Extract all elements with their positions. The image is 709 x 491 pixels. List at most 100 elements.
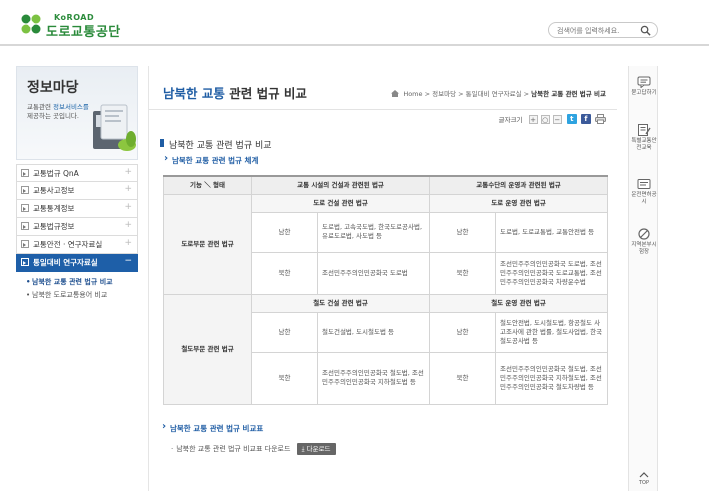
expand-plus-icon[interactable]: + [124,167,132,177]
collapse-minus-icon[interactable]: − [124,256,132,266]
sidebar-item-unification-research[interactable]: 통일대비 연구자료실 − [16,254,138,272]
table-subheader-cell: 도로 운영 관련 법규 [429,193,609,213]
table-cell: 조선민주주의인민공화국 도로법 [316,251,431,295]
license-card-icon [637,179,651,189]
table-cell-country: 북한 [429,351,497,405]
breadcrumb: Home > 정보마당 > 통일대비 연구자료실 > 남북한 교통 관련 법규 … [391,88,606,98]
download-section-title: 남북한 교통 관련 법규 비교표 [162,421,264,434]
quick-item-regional-office[interactable]: 지역본부시험장 [629,228,659,256]
table-header-cell: 기능 ＼ 형태 [163,175,252,195]
table-cell: 철도안전법, 도시철도법, 항공철도 사고조사에 관한 법률, 철도사업법, 한… [495,311,609,353]
scroll-top-button[interactable]: TOP [637,472,651,486]
page-toolbar: 글자크기 + ○ − t f [499,114,606,126]
row-category-rail: 철도부문 관련 법규 [163,293,252,405]
breadcrumb-separator: > [424,90,431,98]
sidebar-submenu: 남북한 교통 관련 법규 비교 남북한 도로교통용어 비교 [16,272,138,300]
download-text: 남북한 교통 관련 법규 비교표 다운로드 [176,445,291,453]
download-row: · 남북한 교통 관련 법규 비교표 다운로드 ⤓ 다운로드 [171,443,336,455]
download-section-title-text: 남북한 교통 관련 법규 비교표 [170,424,264,433]
table-subheader-cell: 철도 운영 관련 법규 [429,293,609,313]
speech-bubble-icon [637,76,651,88]
page-title-rest: 관련 법규 비교 [224,86,307,101]
breadcrumb-separator: > [523,90,530,98]
submenu-item-law-comparison[interactable]: 남북한 교통 관련 법규 비교 [26,278,138,287]
download-button[interactable]: ⤓ 다운로드 [296,443,336,455]
page-title-highlight: 남북한 교통 [163,86,225,101]
table-cell-country: 남한 [251,211,318,253]
search-icon[interactable] [640,25,651,36]
breadcrumb-current: 남북한 교통 관련 법규 비교 [531,90,606,98]
arrow-right-icon [21,258,29,266]
font-increase-button[interactable]: + [528,114,538,124]
font-decrease-button[interactable]: − [552,114,562,124]
facebook-share-icon[interactable]: f [580,114,591,124]
quick-item-label: 특별교통안전교육 [631,138,657,151]
sidebar-item-label: 교통법규 QnA [33,169,79,178]
sidebar-item-traffic-law-qna[interactable]: 교통법규 QnA + [16,164,138,182]
arrow-right-icon [21,169,29,177]
banner-illustration-icon [93,104,136,151]
table-row: 도로부문 관련 법규 도로 건설 관련 법규 도로 운영 관련 법규 [163,193,609,295]
site-logo[interactable]: KoROAD 도로교통공단 [20,10,130,40]
table-cell: 조선민주주의인민공화국 도로법, 조선민주주의인민공화국 도로교통법, 조선민주… [495,251,609,295]
quick-menu: 묻고답하기 특별교통안전교육 운전면허공시 지역본부시험장 TOP [628,66,658,491]
table-subheader-cell: 철도 건설 관련 법규 [250,293,431,313]
banner-desc-part1: 교통관련 [27,103,51,111]
sidebar-item-label: 통일대비 연구자료실 [33,258,98,267]
download-button-label: 다운로드 [306,445,331,453]
quick-item-special-education[interactable]: 특별교통안전교육 [629,124,659,152]
sidebar-item-law-info[interactable]: 교통법규정보 + [16,218,138,236]
banner-title: 정보마당 [27,80,79,96]
sidebar-item-label: 교통안전 · 연구자료실 [33,240,103,249]
law-comparison-table: 기능 ＼ 형태 교통 시설의 건설과 관련된 법규 교통수단의 운영과 관련된 … [163,175,609,405]
no-entry-icon [638,228,650,240]
table-row: 철도부문 관련 법규 철도 건설 관련 법규 철도 운영 관련 법규 [163,293,609,405]
sidebar-item-statistics-info[interactable]: 교통통계정보 + [16,200,138,218]
site-header: KoROAD 도로교통공단 [0,0,709,46]
twitter-share-icon[interactable]: t [566,114,577,124]
arrow-right-icon [21,204,29,212]
sidebar-item-label: 교통통계정보 [33,204,75,213]
sidebar-item-accident-info[interactable]: 교통사고정보 + [16,182,138,200]
sidebar-item-safety-research[interactable]: 교통안전 · 연구자료실 + [16,236,138,254]
submenu-item-term-comparison[interactable]: 남북한 도로교통용어 비교 [26,291,138,300]
arrow-right-icon [21,240,29,248]
arrow-right-icon [21,186,29,194]
section-subtitle: 남북한 교통 관련 법규 체계 [164,153,259,166]
table-cell-country: 남한 [429,311,497,353]
print-icon[interactable] [595,114,606,124]
document-pen-icon [638,124,651,136]
table-header-cell: 교통 시설의 건설과 관련된 법규 [250,175,431,195]
sidebar-item-label: 교통법규정보 [33,222,75,231]
quick-item-label: 운전면허공시 [631,192,657,205]
search-input[interactable] [557,25,641,36]
breadcrumb-item[interactable]: 정보마당 [432,90,456,98]
banner-desc-highlight: 정보서비스를 [53,103,89,111]
expand-plus-icon[interactable]: + [124,238,132,248]
breadcrumb-item[interactable]: 통일대비 연구자료실 [466,90,522,98]
quick-item-license-notice[interactable]: 운전면허공시 [629,178,659,206]
font-size-label: 글자크기 [498,116,523,124]
sidebar-item-label: 교통사고정보 [33,186,75,195]
table-cell-country: 북한 [251,351,318,405]
expand-plus-icon[interactable]: + [124,184,132,194]
expand-plus-icon[interactable]: + [124,220,132,230]
table-cell: 조선민주주의인민공화국 철도법, 조선민주주의인민공화국 지하철도법 등 [316,351,431,405]
breadcrumb-home[interactable]: Home [403,90,422,98]
search-box [548,22,658,38]
section-subtitle-text: 남북한 교통 관련 법규 체계 [172,156,259,165]
expand-plus-icon[interactable]: + [124,202,132,212]
chevron-up-icon [639,472,649,478]
logo-mark-icon [21,14,41,34]
quick-item-qna[interactable]: 묻고답하기 [629,76,659,97]
table-subheader-cell: 도로 건설 관련 법규 [250,193,431,213]
title-divider [149,109,617,110]
quick-item-label: 묻고답하기 [631,90,657,96]
section-title: 남북한 교통 관련 법규 비교 [160,138,272,151]
font-reset-button[interactable]: ○ [540,114,550,124]
table-cell-country: 북한 [429,251,497,295]
table-cell-country: 북한 [251,251,318,295]
section-title-text: 남북한 교통 관련 법규 비교 [169,141,272,151]
quick-item-label: 지역본부시험장 [631,242,657,255]
table-cell: 철도건설법, 도시철도법 등 [316,311,431,353]
